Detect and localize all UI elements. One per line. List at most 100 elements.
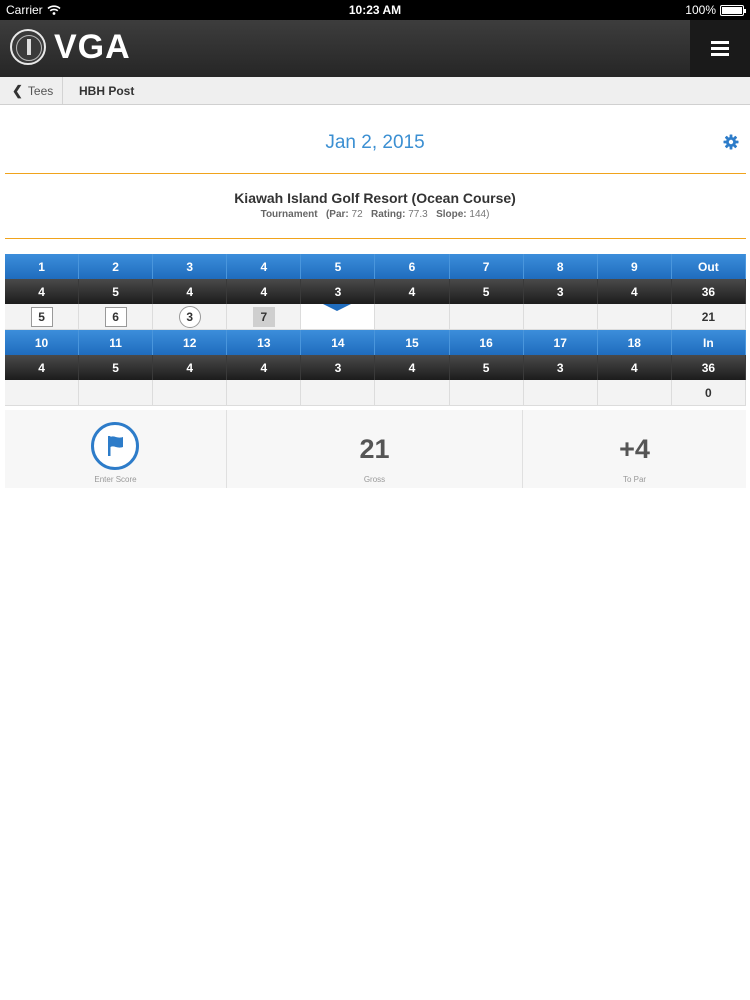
rating-label: Rating: <box>371 209 406 220</box>
hole-score-cell[interactable]: 6 <box>79 304 154 330</box>
current-hole-score-cell[interactable] <box>301 304 376 330</box>
breadcrumb-current: HBH Post <box>79 84 135 98</box>
date-row: Jan 2, 2015 <box>0 106 750 174</box>
hole-score-cell[interactable]: 5 <box>5 304 80 330</box>
course-name: Kiawah Island Golf Resort (Ocean Course) <box>234 190 516 206</box>
hole-number: 6 <box>375 254 450 279</box>
hole-number: 12 <box>153 330 228 355</box>
slope-label: Slope: <box>436 209 467 220</box>
hole-par: 4 <box>375 355 450 380</box>
hole-score-cell[interactable] <box>523 304 598 330</box>
hole-number: 10 <box>5 330 80 355</box>
hole-par: 5 <box>449 279 524 304</box>
hole-score-cell[interactable]: 3 <box>153 304 228 330</box>
hole-par: 4 <box>227 355 302 380</box>
hole-par: 3 <box>523 279 598 304</box>
back-label: Tees <box>27 83 54 98</box>
hole-score-cell[interactable] <box>375 304 450 330</box>
hole-score-cell[interactable] <box>449 380 524 406</box>
course-par: 72 <box>351 209 363 220</box>
hole-par: 4 <box>153 355 228 380</box>
hole-number: 13 <box>227 330 302 355</box>
battery-icon <box>720 4 746 16</box>
score-summary: Enter Score 21 Gross +4 To Par <box>5 410 746 488</box>
back-nine-hole-row: 10 11 12 13 14 15 16 17 18 In <box>5 330 746 355</box>
gear-icon[interactable] <box>723 134 739 150</box>
hole-par: 4 <box>227 279 302 304</box>
vga-emblem-icon <box>10 29 46 65</box>
front-nine-score-row: 5 6 3 7 21 <box>5 304 746 330</box>
hole-number: 18 <box>597 330 672 355</box>
hole-par: 5 <box>449 355 524 380</box>
gross-score: 21 <box>359 434 390 464</box>
par-label: (Par: <box>325 209 349 220</box>
to-par-panel: +4 To Par <box>523 410 746 488</box>
gross-panel: 21 Gross <box>227 410 523 488</box>
back-button[interactable]: ❮ Tees <box>0 77 63 104</box>
hole-score-cell[interactable] <box>79 380 154 406</box>
hole-score-cell[interactable] <box>597 380 672 406</box>
hole-par: 4 <box>597 279 672 304</box>
hole-score-cell[interactable] <box>523 380 598 406</box>
clock: 10:23 AM <box>348 3 402 17</box>
hole-par: 4 <box>597 355 672 380</box>
hole-number: 7 <box>449 254 524 279</box>
out-par-total: 36 <box>671 279 746 304</box>
hole-par: 4 <box>375 279 450 304</box>
scorecard: 1 2 3 4 5 6 7 8 9 Out 4 5 4 4 3 4 5 3 4 … <box>5 254 746 406</box>
hole-number: 5 <box>301 254 376 279</box>
hole-par: 3 <box>523 355 598 380</box>
tee-name: Tournament <box>260 209 318 220</box>
hole-score-cell[interactable] <box>597 304 672 330</box>
battery-percent: 100% <box>685 3 716 17</box>
hole-number: 14 <box>301 330 376 355</box>
menu-button[interactable] <box>690 20 750 77</box>
hole-par: 4 <box>153 279 228 304</box>
round-date[interactable]: Jan 2, 2015 <box>0 132 750 154</box>
enter-score-label: Enter Score <box>94 475 137 484</box>
hole-par: 4 <box>5 279 80 304</box>
hole-score-cell[interactable] <box>449 304 524 330</box>
hole-score-cell[interactable]: 7 <box>227 304 302 330</box>
hole-number: 1 <box>5 254 80 279</box>
course-slope: 144) <box>469 209 490 220</box>
app-header: VGA <box>0 20 750 77</box>
hole-score-cell[interactable] <box>375 380 450 406</box>
hole-number: 16 <box>449 330 524 355</box>
hamburger-icon <box>711 41 729 56</box>
hole-par: 4 <box>5 355 80 380</box>
battery-indicator: 100% <box>685 3 746 17</box>
to-par-label: To Par <box>622 475 647 484</box>
enter-score-panel: Enter Score <box>5 410 227 488</box>
hole-score-cell[interactable] <box>5 380 80 406</box>
front-nine-par-row: 4 5 4 4 3 4 5 3 4 36 <box>5 279 746 304</box>
hole-number: 15 <box>375 330 450 355</box>
hole-score: 3 <box>178 305 201 328</box>
hole-score-cell[interactable] <box>227 380 302 406</box>
status-bar: Carrier 10:23 AM 100% <box>0 0 750 20</box>
course-meta: Tournament (Par: 72 Rating: 77.3 Slope: … <box>0 209 750 220</box>
hole-score: 7 <box>252 306 275 327</box>
chevron-left-icon: ❮ <box>12 82 23 98</box>
hole-score-cell[interactable] <box>301 380 376 406</box>
hole-score: 6 <box>104 306 127 327</box>
in-par-total: 36 <box>671 355 746 380</box>
hole-par: 3 <box>301 279 376 304</box>
divider-top <box>5 173 746 174</box>
hole-number: 8 <box>523 254 598 279</box>
hole-score: 5 <box>30 306 53 327</box>
back-nine-score-row: 0 <box>5 380 746 406</box>
hole-number: 3 <box>153 254 228 279</box>
hole-number: 9 <box>597 254 672 279</box>
front-nine-hole-row: 1 2 3 4 5 6 7 8 9 Out <box>5 254 746 279</box>
back-nine-par-row: 4 5 4 4 3 4 5 3 4 36 <box>5 355 746 380</box>
out-score-total: 21 <box>671 304 746 330</box>
flag-icon <box>108 436 123 456</box>
out-header: Out <box>671 254 746 279</box>
hole-par: 5 <box>79 355 154 380</box>
in-header: In <box>671 330 746 355</box>
enter-score-button[interactable] <box>91 422 139 470</box>
to-par-score: +4 <box>619 434 650 464</box>
hole-score-cell[interactable] <box>153 380 228 406</box>
hole-par: 5 <box>79 279 154 304</box>
